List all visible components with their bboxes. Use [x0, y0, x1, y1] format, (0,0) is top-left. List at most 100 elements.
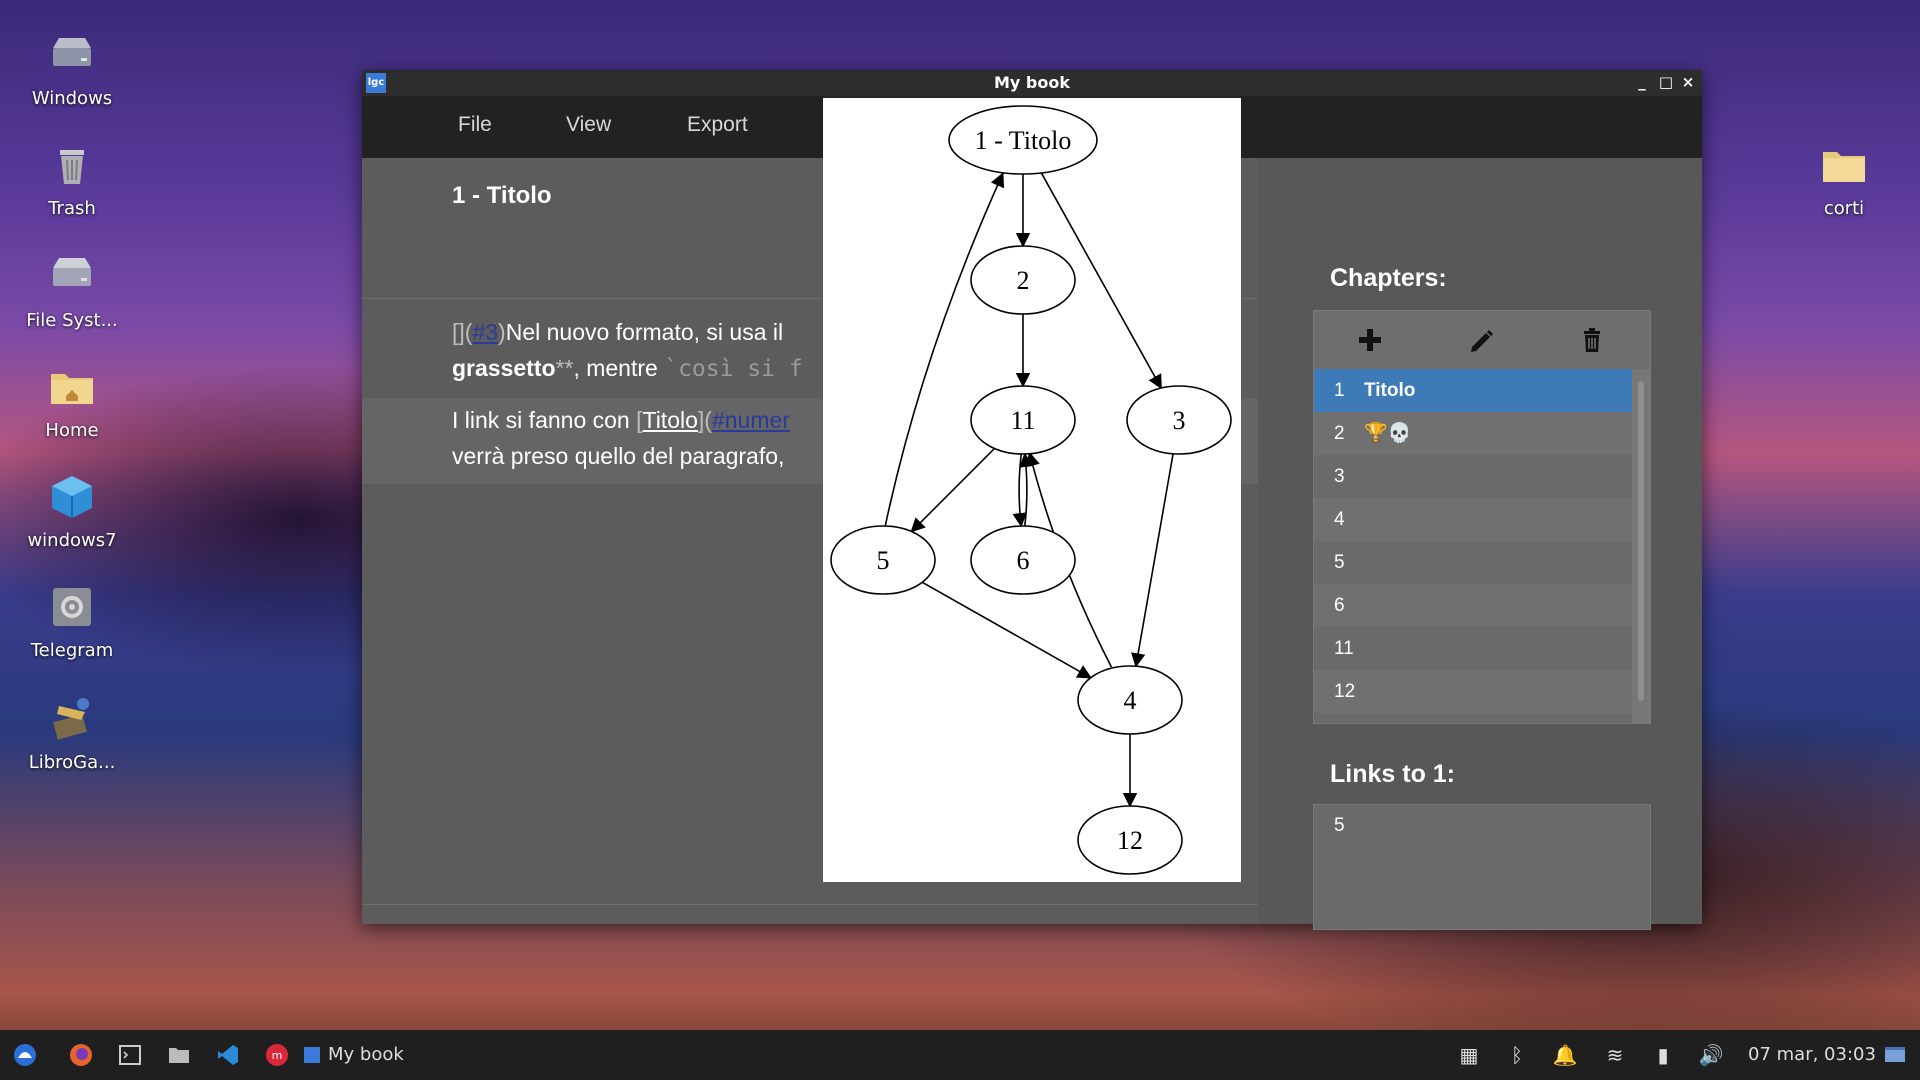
paragraph-1[interactable]: [](#3)Nel nuovo formato, si usa il grass… — [452, 314, 803, 387]
desktop-icon-label: File Syst... — [26, 310, 118, 331]
chapter-number: 4 — [1334, 509, 1345, 530]
maximize-button[interactable]: □ — [1656, 72, 1676, 92]
chapter-number: 2 — [1334, 423, 1345, 444]
paragraph-link[interactable]: #numer — [712, 407, 790, 433]
taskbar-window-title: My book — [328, 1044, 404, 1065]
desktop-icon-label: LibroGa... — [28, 752, 116, 773]
chapter-number: 5 — [1334, 552, 1345, 573]
links-list: 5 — [1313, 804, 1651, 930]
scrollbar-thumb[interactable] — [1638, 381, 1644, 701]
desktop-icon-corti[interactable]: corti — [1784, 138, 1904, 219]
chapter-row[interactable]: 3 — [1314, 455, 1632, 498]
close-button[interactable]: × — [1678, 72, 1698, 92]
trash-icon — [60, 150, 84, 184]
chapter-row[interactable]: 6 — [1314, 584, 1632, 627]
chapters-heading: Chapters: — [1330, 264, 1447, 292]
graph-node[interactable]: 11 — [970, 385, 1076, 455]
desktop-icon-windows7[interactable]: windows7 — [12, 470, 132, 551]
graph-node-label: 11 — [1010, 406, 1035, 435]
edit-pencil-icon[interactable] — [1464, 323, 1498, 357]
paragraph-text: I link si fanno con — [452, 407, 637, 433]
window-titlebar[interactable]: lgc My book _ □ × — [362, 70, 1702, 96]
graph-node[interactable]: 4 — [1077, 665, 1183, 735]
paragraph-text: verrà preso quello del paragrafo, — [452, 443, 785, 469]
settings-app-icon — [53, 588, 91, 626]
graph-edge — [1131, 453, 1174, 668]
chapter-name: Titolo — [1364, 380, 1416, 401]
app-icon — [53, 698, 89, 740]
chapter-row[interactable]: 5 — [1314, 541, 1632, 584]
chapter-row[interactable]: 2 🏆💀 — [1314, 412, 1632, 455]
desktop-icon-telegram[interactable]: Telegram — [12, 580, 132, 661]
paragraph-2[interactable]: I link si fanno con [Titolo](#numer verr… — [452, 402, 790, 474]
links-heading: Links to 1: — [1330, 760, 1456, 788]
right-panel: Chapters: 1 Titolo 2 🏆💀 3 4 5 6 11 12 Link… — [1258, 158, 1702, 930]
markdown-syntax: ) — [498, 319, 506, 345]
markdown-syntax: []( — [452, 319, 473, 345]
chapters-scrollbar[interactable] — [1632, 369, 1650, 723]
graph-node[interactable]: 2 — [970, 245, 1076, 315]
paragraph-text: Nel nuovo formato, si usa il — [505, 319, 784, 345]
file-manager-icon[interactable] — [166, 1042, 192, 1068]
keyboard-icon[interactable]: ▦ — [1456, 1042, 1482, 1068]
chapter-graph-view[interactable]: 1 - Titolo 2 11 3 5 6 4 12 — [823, 98, 1241, 882]
desktop-icon-label: corti — [1823, 198, 1865, 219]
desktop-icon-trash[interactable]: Trash — [12, 138, 132, 219]
battery-icon[interactable]: ▮ — [1650, 1042, 1676, 1068]
desktop-icon-label: Windows — [31, 88, 113, 109]
volume-icon[interactable]: 🔊 — [1698, 1042, 1724, 1068]
link-item[interactable]: 5 — [1334, 815, 1345, 837]
add-icon[interactable] — [1353, 323, 1387, 357]
harddisk-icon — [53, 258, 91, 286]
menu-view[interactable]: View — [566, 113, 611, 137]
graph-node[interactable]: 6 — [970, 525, 1076, 595]
firefox-icon[interactable] — [68, 1042, 94, 1068]
divider — [362, 904, 1258, 905]
graph-node-label: 2 — [1017, 266, 1030, 295]
clock[interactable]: 07 mar, 03:03 — [1748, 1044, 1876, 1065]
chapter-number: 1 — [1334, 380, 1345, 401]
graph-node-label: 4 — [1124, 686, 1137, 715]
desktop-icon-librogame[interactable]: LibroGa... — [12, 692, 132, 773]
menu-file[interactable]: File — [458, 113, 492, 137]
notifications-bell-icon[interactable]: 🔔 — [1552, 1042, 1578, 1068]
menu-export[interactable]: Export — [687, 113, 748, 137]
desktop-icon-filesystem[interactable]: File Syst... — [12, 250, 132, 331]
chapter-number: 6 — [1334, 595, 1345, 616]
graph-node-label: 3 — [1173, 406, 1186, 435]
graph-edge — [1019, 452, 1034, 527]
delete-trash-icon[interactable] — [1575, 323, 1609, 357]
chapter-number: 12 — [1334, 681, 1356, 702]
show-desktop-icon[interactable] — [1882, 1042, 1908, 1068]
terminal-icon[interactable] — [117, 1042, 143, 1068]
chapter-row[interactable]: 1 Titolo — [1314, 369, 1632, 412]
vscode-icon[interactable] — [215, 1042, 241, 1068]
graph-node[interactable]: 12 — [1077, 805, 1183, 875]
desktop-icon-windows[interactable]: Windows — [12, 28, 132, 109]
chapters-list-box: 1 Titolo 2 🏆💀 3 4 5 6 11 12 — [1313, 310, 1651, 724]
chapter-row[interactable]: 12 — [1314, 670, 1632, 713]
bluetooth-icon[interactable]: ᛒ — [1504, 1042, 1530, 1068]
taskbar: m My book ▦ ᛒ 🔔 ≋ ▮ 🔊 07 mar, 03:03 — [0, 1030, 1920, 1080]
chapter-row[interactable]: 11 — [1314, 627, 1632, 670]
graph-node-label: 12 — [1117, 826, 1143, 855]
paragraph-text: , mentre — [573, 355, 665, 381]
chapter-row[interactable]: 4 — [1314, 498, 1632, 541]
chapters-list: 1 Titolo 2 🏆💀 3 4 5 6 11 12 — [1314, 369, 1632, 723]
chapter-number: 3 — [1334, 466, 1345, 487]
bold-text: grassetto — [452, 355, 556, 381]
wifi-icon[interactable]: ≋ — [1602, 1042, 1628, 1068]
desktop-icon-home[interactable]: Home — [12, 360, 132, 441]
paragraph-link[interactable]: #3 — [472, 319, 498, 345]
graph-node[interactable]: 5 — [830, 525, 936, 595]
graph-node[interactable]: 3 — [1126, 385, 1232, 455]
chapter-badges: 🏆💀 — [1364, 423, 1412, 444]
graph-node-label: 6 — [1017, 546, 1030, 575]
start-menu-icon[interactable] — [12, 1042, 38, 1068]
minimize-button[interactable]: _ — [1632, 72, 1652, 92]
link-title[interactable]: Titolo — [643, 407, 698, 433]
graph-node[interactable]: 1 - Titolo — [948, 105, 1098, 175]
taskbar-active-window[interactable]: My book — [304, 1040, 404, 1070]
mega-icon[interactable]: m — [264, 1042, 290, 1068]
drive-icon — [53, 38, 91, 66]
